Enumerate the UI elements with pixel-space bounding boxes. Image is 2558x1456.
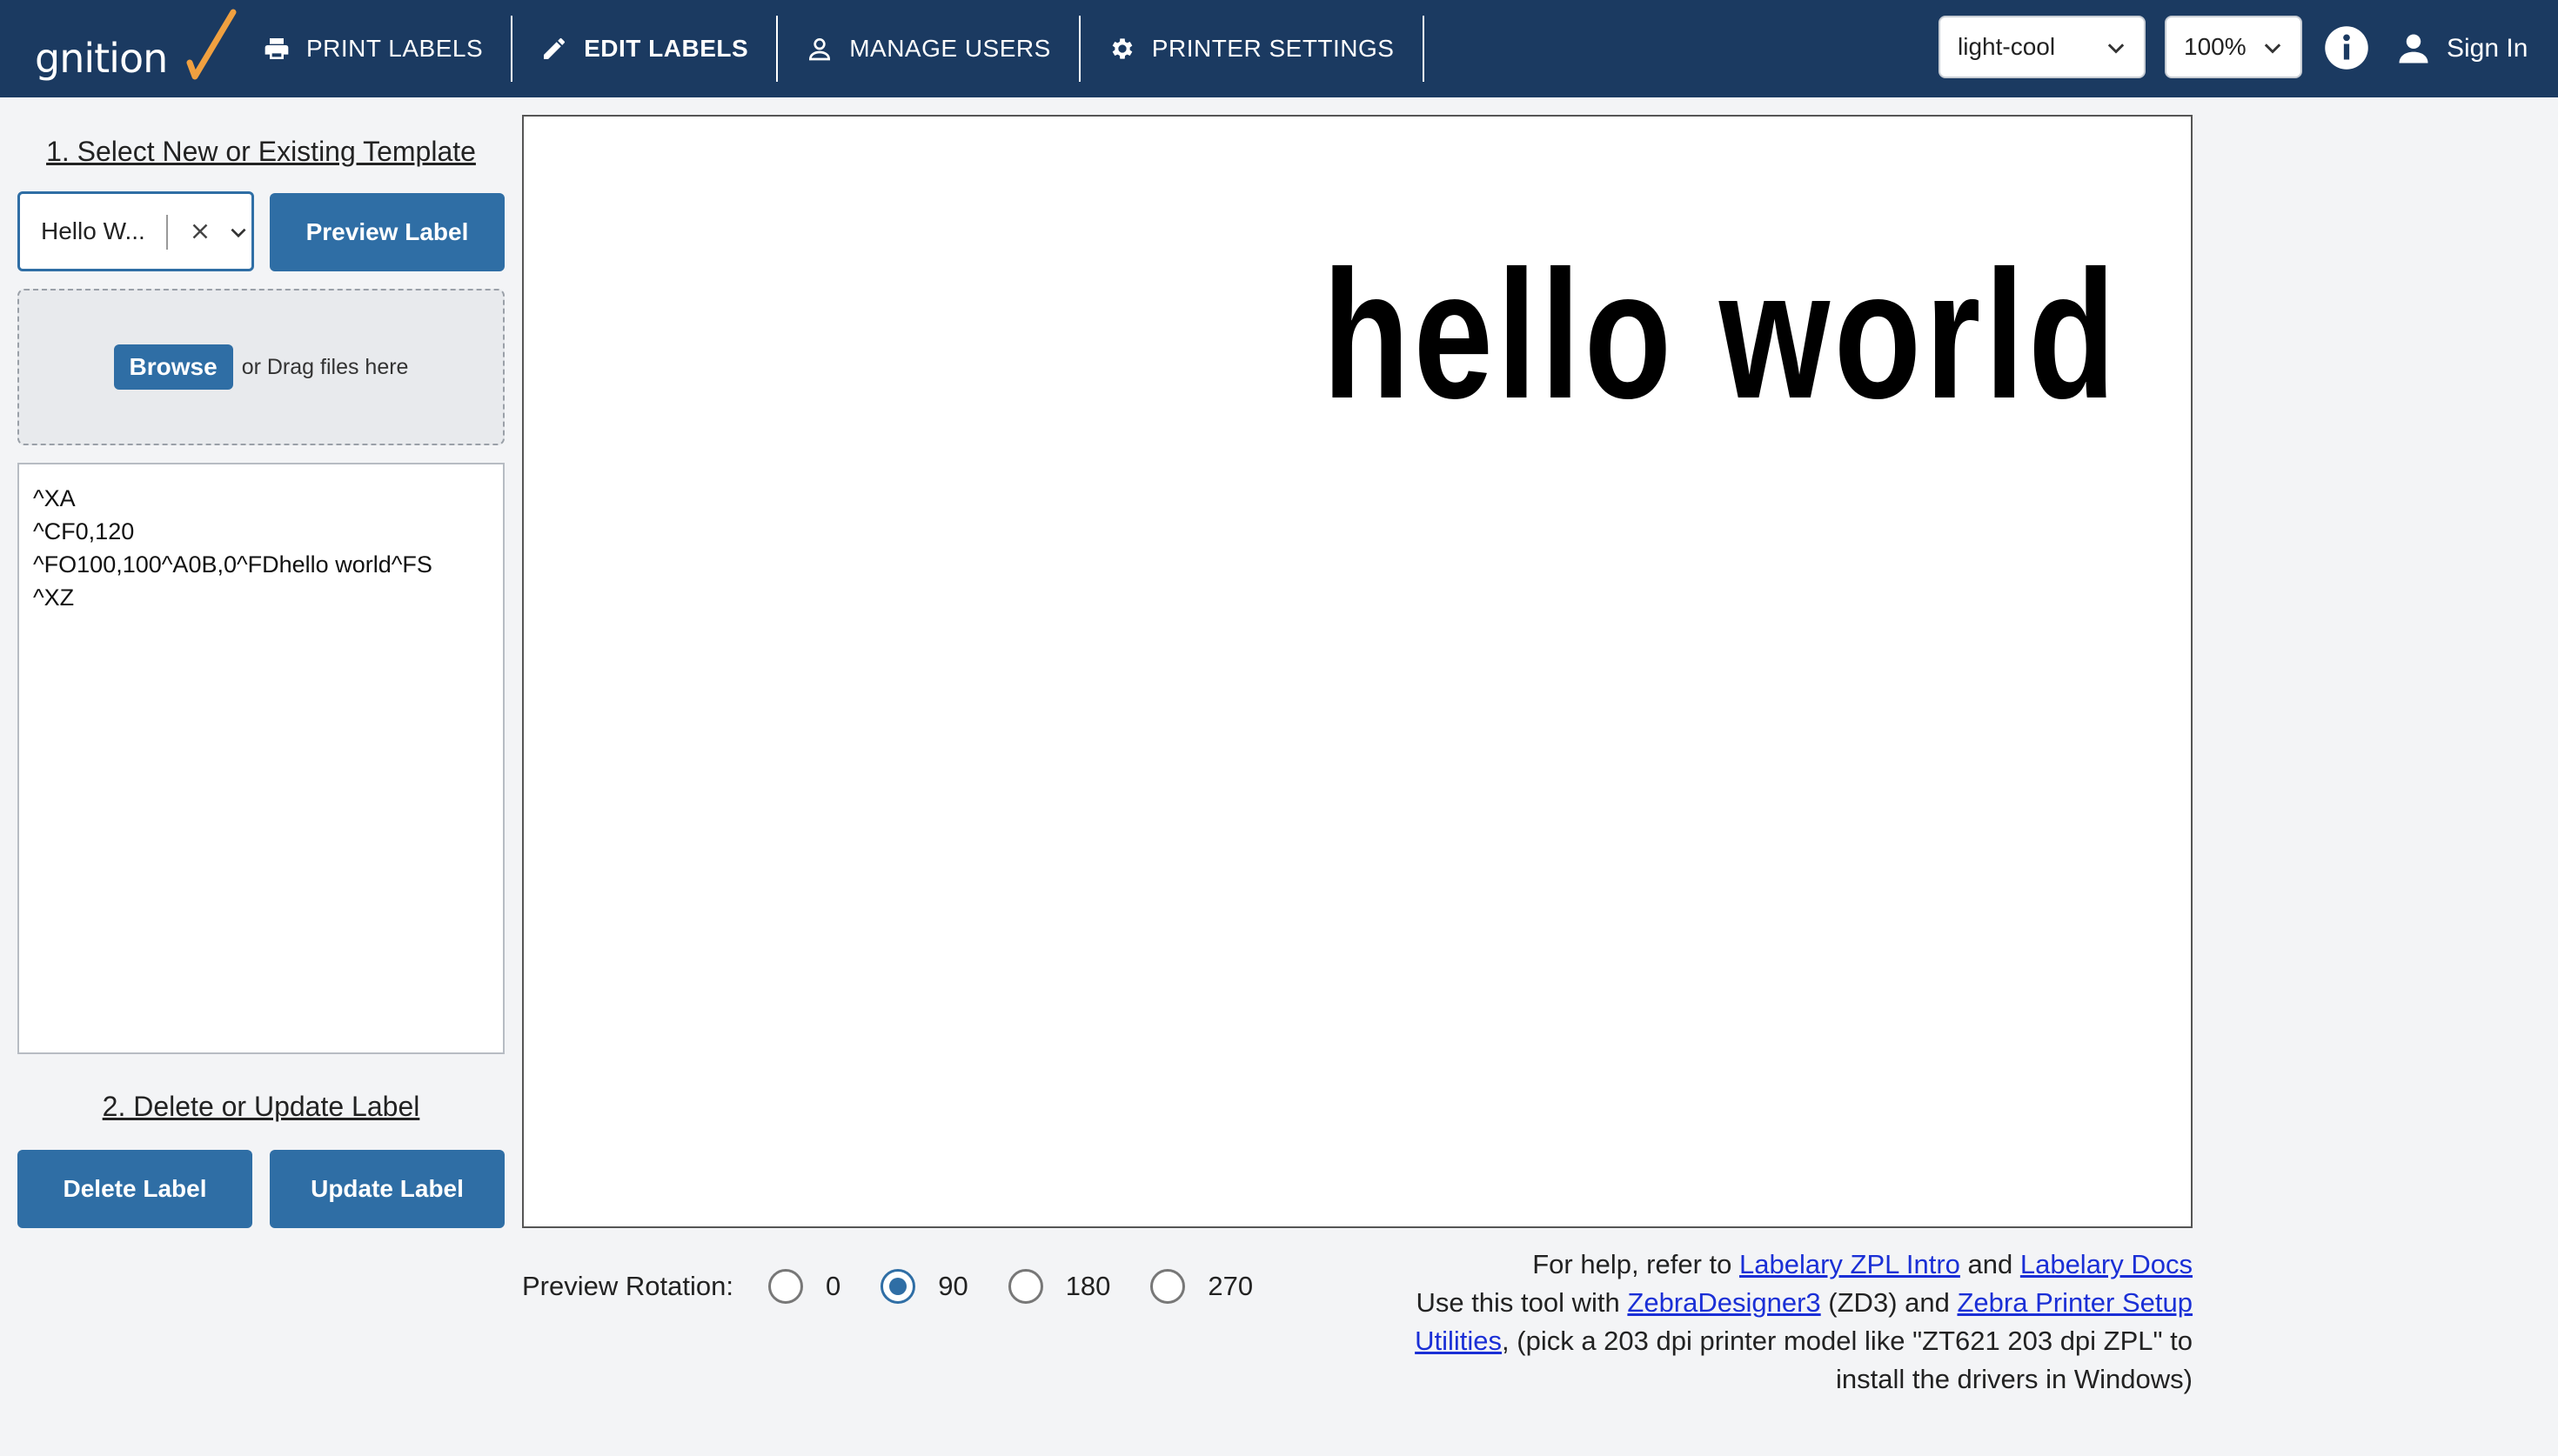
help-and: and bbox=[1959, 1249, 2020, 1279]
rotation-radio-90[interactable]: 90 bbox=[881, 1269, 968, 1304]
theme-select[interactable]: light-cool bbox=[1939, 16, 2146, 78]
help-line1-prefix: For help, refer to bbox=[1532, 1249, 1740, 1279]
nav-printer-settings-label: PRINTER SETTINGS bbox=[1151, 35, 1395, 62]
rotation-radio-270[interactable]: 270 bbox=[1150, 1269, 1253, 1304]
pencil-icon bbox=[540, 35, 568, 63]
zoom-select-value: 100% bbox=[2184, 33, 2247, 60]
drag-files-text: or Drag files here bbox=[241, 354, 409, 379]
sign-in-button[interactable]: Sign In bbox=[2394, 24, 2528, 73]
rotation-radio-180[interactable]: 180 bbox=[1008, 1269, 1111, 1304]
preview-rotation-label: Preview Rotation: bbox=[522, 1271, 733, 1301]
labelary-zpl-intro-link[interactable]: Labelary ZPL Intro bbox=[1739, 1249, 1960, 1279]
app-logo[interactable]: gnition bbox=[35, 9, 237, 89]
nav-printer-settings[interactable]: PRINTER SETTINGS bbox=[1081, 16, 1424, 82]
preview-label-button[interactable]: Preview Label bbox=[270, 193, 505, 271]
section-delete-update-title: 2. Delete or Update Label bbox=[102, 1091, 420, 1122]
radio-circle bbox=[767, 1269, 803, 1304]
rotation-option-label: 270 bbox=[1208, 1271, 1254, 1301]
label-preview-text: hello world bbox=[1323, 232, 2120, 437]
help-line2-prefix: Use this tool with bbox=[1416, 1287, 1628, 1318]
theme-select-value: light-cool bbox=[1958, 33, 2056, 60]
labelary-docs-link[interactable]: Labelary Docs bbox=[2020, 1249, 2193, 1279]
label-preview-canvas: hello world bbox=[522, 115, 2193, 1228]
nav-manage-users[interactable]: MANAGE USERS bbox=[778, 16, 1081, 82]
sign-in-label: Sign In bbox=[2447, 34, 2528, 63]
logo-check-icon bbox=[186, 9, 237, 80]
radio-circle bbox=[881, 1269, 916, 1304]
nav-edit-labels[interactable]: EDIT LABELS bbox=[512, 16, 779, 82]
select-separator bbox=[166, 215, 168, 250]
rotation-option-label: 180 bbox=[1065, 1271, 1111, 1301]
rotation-option-label: 0 bbox=[825, 1271, 841, 1301]
nav-manage-users-label: MANAGE USERS bbox=[849, 35, 1051, 62]
chevron-down-icon[interactable] bbox=[227, 222, 250, 244]
gear-icon bbox=[1108, 35, 1136, 63]
preview-rotation-group: Preview Rotation: 0 90 180 270 bbox=[522, 1265, 1293, 1308]
help-line2-mid: (ZD3) and bbox=[1820, 1287, 1958, 1318]
info-icon[interactable] bbox=[2323, 24, 2370, 71]
rotation-option-label: 90 bbox=[938, 1271, 968, 1301]
section-select-template-title: 1. Select New or Existing Template bbox=[46, 136, 476, 167]
logo-text: gnition bbox=[35, 35, 168, 82]
template-select[interactable]: Hello W... bbox=[17, 191, 254, 271]
browse-button[interactable]: Browse bbox=[113, 344, 233, 390]
user-outline-icon bbox=[806, 35, 834, 63]
chevron-down-icon bbox=[2264, 43, 2281, 54]
nav-print-labels[interactable]: PRINT LABELS bbox=[252, 16, 513, 82]
template-select-value: Hello W... bbox=[41, 217, 145, 244]
zoom-select[interactable]: 100% bbox=[2165, 16, 2302, 78]
rotation-radio-0[interactable]: 0 bbox=[767, 1269, 841, 1304]
zebradesigner3-link[interactable]: ZebraDesigner3 bbox=[1627, 1287, 1820, 1318]
main-nav: PRINT LABELS EDIT LABELS MANAGE USERS PR… bbox=[252, 0, 1424, 97]
update-label-button[interactable]: Update Label bbox=[270, 1150, 505, 1228]
help-text: For help, refer to Labelary ZPL Intro an… bbox=[1392, 1246, 2193, 1399]
delete-label-button[interactable]: Delete Label bbox=[17, 1150, 252, 1228]
file-dropzone[interactable]: Browse or Drag files here bbox=[17, 289, 505, 445]
zpl-code-editor[interactable]: ^XA ^CF0,120 ^FO100,100^A0B,0^FDhello wo… bbox=[17, 463, 505, 1054]
clear-icon[interactable] bbox=[187, 218, 213, 244]
user-icon bbox=[2399, 34, 2428, 63]
printer-icon bbox=[263, 35, 291, 63]
radio-circle bbox=[1008, 1269, 1043, 1304]
nav-edit-labels-label: EDIT LABELS bbox=[584, 35, 749, 62]
nav-print-labels-label: PRINT LABELS bbox=[306, 35, 484, 62]
help-line2-suffix: , (pick a 203 dpi printer model like "ZT… bbox=[1502, 1326, 2193, 1394]
chevron-down-icon bbox=[2107, 43, 2125, 54]
radio-circle bbox=[1150, 1269, 1186, 1304]
top-nav-bar: gnition PRINT LABELS EDIT LABELS MANAGE … bbox=[0, 0, 2558, 97]
